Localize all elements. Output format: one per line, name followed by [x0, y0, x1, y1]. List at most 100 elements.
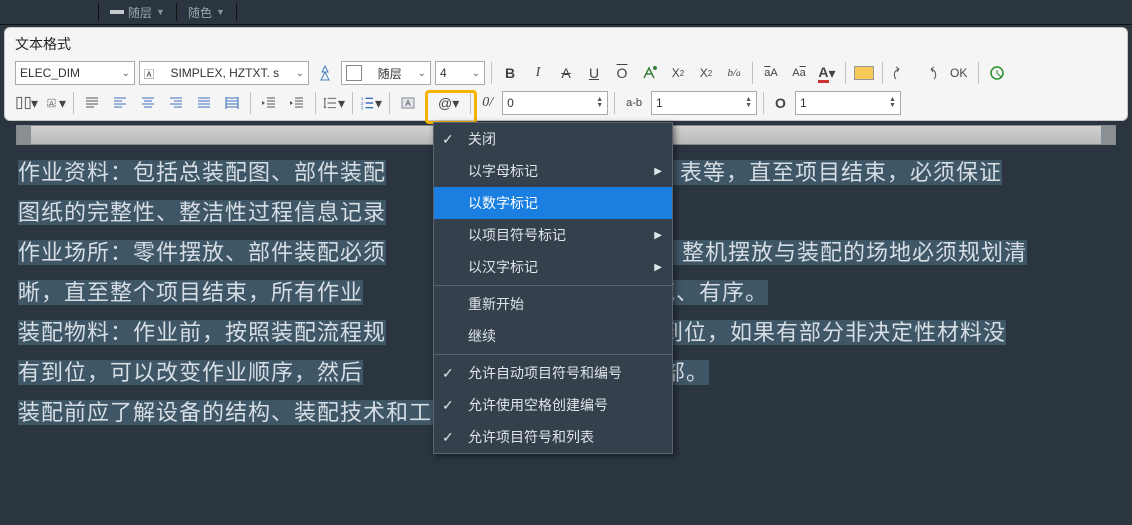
indent-increase-button[interactable]: [285, 91, 309, 115]
format-row-1: ELEC_DIM⌄ 🄰 SIMPLEX, HZTXT. s⌄ 随层⌄ 4⌄ B …: [15, 60, 1117, 86]
symbol-button[interactable]: @▾: [433, 91, 464, 115]
menu-item-label: 允许使用空格创建编号: [468, 395, 608, 415]
text-color-select[interactable]: 随层⌄: [341, 61, 431, 85]
panel-title: 文本格式: [15, 34, 1117, 54]
options-button[interactable]: [985, 61, 1009, 85]
tracking-input[interactable]: 1 ▲▼: [651, 91, 757, 115]
menu-item-label: 以数字标记: [468, 193, 538, 213]
text-line: 行，整机摆放与装配的场地必须规划清: [636, 240, 1027, 265]
text-line: 作业场所：零件摆放、部件装配必须: [18, 240, 386, 265]
stack-button[interactable]: b/a: [722, 61, 746, 85]
tracking-value: 1: [656, 96, 663, 110]
menu-item-label: 以项目符号标记: [468, 225, 566, 245]
menu-separator: [434, 354, 672, 355]
line-spacing-button[interactable]: ▾: [322, 91, 346, 115]
font-select[interactable]: 🄰 SIMPLEX, HZTXT. s⌄: [139, 61, 309, 85]
spinner-icon[interactable]: ▲▼: [889, 97, 896, 109]
text-line: OM 表等，直至项目结束，必须保证: [636, 160, 1002, 185]
text-format-panel: 文本格式 ELEC_DIM⌄ 🄰 SIMPLEX, HZTXT. s⌄ 随层⌄ …: [4, 27, 1128, 121]
menu-item-list[interactable]: ✓ 允许项目符号和列表: [434, 421, 672, 453]
menu-item-label: 关闭: [468, 129, 496, 149]
menu-item-label: 允许自动项目符号和编号: [468, 363, 622, 383]
bold-button[interactable]: B: [498, 61, 522, 85]
numbering-button[interactable]: 123▾: [359, 91, 383, 115]
columns-button[interactable]: ▾: [15, 91, 39, 115]
menu-item-restart[interactable]: 重新开始: [434, 288, 672, 320]
color-swatch: [346, 65, 362, 81]
tracking-label: a-b: [621, 91, 647, 115]
app-top-toolbar: 随层 ▼ 随色 ▼: [0, 0, 1132, 25]
menu-item-auto[interactable]: ✓允许自动项目符号和编号: [434, 357, 672, 389]
text-line: 作业资料：包括总装配图、部件装配: [18, 160, 386, 185]
subscript-button[interactable]: X2: [694, 61, 718, 85]
overline-button[interactable]: O: [610, 61, 634, 85]
spinner-icon[interactable]: ▲▼: [745, 97, 752, 109]
align-right-button[interactable]: [164, 91, 188, 115]
text-line: 晰，直至整个项目结束，所有作业: [18, 280, 363, 305]
width-value: 1: [800, 96, 807, 110]
width-factor-input[interactable]: 1 ▲▼: [795, 91, 901, 115]
check-icon: ✓: [442, 429, 454, 446]
mtext-justify-button[interactable]: A▾: [43, 91, 67, 115]
menu-item-space[interactable]: ✓ 允许使用空格创建编号: [434, 389, 672, 421]
strikethrough-button[interactable]: A: [554, 61, 578, 85]
undo-button[interactable]: [889, 61, 913, 85]
menu-item-close[interactable]: ✓ 关闭: [434, 123, 672, 155]
text-height-select[interactable]: 4⌄: [435, 61, 485, 85]
color-dropdown-label: 随色: [188, 4, 212, 21]
text-line: 有到位，可以改变作业顺序，然后: [18, 360, 363, 385]
menu-item-bullet[interactable]: 以项目符号标记 ▶: [434, 219, 672, 251]
ruler-left-tab[interactable]: [17, 126, 31, 144]
italic-button[interactable]: I: [526, 61, 550, 85]
layer-dropdown[interactable]: 随层 ▼: [103, 1, 172, 23]
submenu-arrow-icon: ▶: [654, 262, 662, 273]
text-height-value: 4: [440, 66, 447, 80]
paragraph-button[interactable]: [80, 91, 104, 115]
insert-field-button[interactable]: A: [396, 91, 420, 115]
uppercase-button[interactable]: aA: [759, 61, 783, 85]
check-icon: ✓: [442, 131, 454, 148]
numbering-dropdown-menu: ✓关闭以字母标记▶以数字标记以项目符号标记▶以汉字标记▶重新开始继续✓允许自动项…: [433, 122, 673, 454]
check-icon: ✓: [442, 397, 454, 414]
svg-text:A: A: [405, 99, 411, 108]
align-left-button[interactable]: [108, 91, 132, 115]
lowercase-button[interactable]: Aa: [787, 61, 811, 85]
text-line: 图纸的完整性、整洁性过程信息记录: [18, 200, 386, 225]
layer-dropdown-label: 随层: [128, 4, 152, 21]
text-style-select[interactable]: ELEC_DIM⌄: [15, 61, 135, 85]
menu-item-letter[interactable]: 以字母标记▶: [434, 155, 672, 187]
spinner-icon[interactable]: ▲▼: [596, 97, 603, 109]
underline-button[interactable]: U: [582, 61, 606, 85]
menu-item-label: 继续: [468, 326, 496, 346]
menu-item-label: 允许项目符号和列表: [468, 427, 594, 447]
submenu-arrow-icon: ▶: [654, 166, 662, 177]
autocaps-button[interactable]: [638, 61, 662, 85]
superscript-button[interactable]: X2: [666, 61, 690, 85]
align-center-button[interactable]: [136, 91, 160, 115]
background-mask-button[interactable]: [852, 61, 876, 85]
font-color-button[interactable]: A▾: [815, 61, 839, 85]
menu-item-continue[interactable]: 继续: [434, 320, 672, 352]
indent-decrease-button[interactable]: [257, 91, 281, 115]
svg-text:A: A: [49, 99, 54, 108]
menu-item-hanzi[interactable]: 以汉字标记 ▶: [434, 251, 672, 283]
oblique-angle-input[interactable]: 0 ▲▼: [502, 91, 608, 115]
font-value: SIMPLEX, HZTXT. s: [170, 66, 279, 80]
align-distribute-button[interactable]: [220, 91, 244, 115]
menu-item-label: 重新开始: [468, 294, 524, 314]
redo-button[interactable]: [917, 61, 941, 85]
text-style-value: ELEC_DIM: [20, 66, 80, 80]
submenu-arrow-icon: ▶: [654, 230, 662, 241]
align-justify-button[interactable]: [192, 91, 216, 115]
text-line: 计到位，如果有部分非决定性材料没: [638, 320, 1006, 345]
text-line: 装配物料：作业前，按照装配流程规: [18, 320, 386, 345]
ok-button[interactable]: OK: [945, 61, 972, 85]
oblique-value: 0: [507, 96, 514, 110]
ruler-right-tab[interactable]: [1101, 126, 1115, 144]
text-color-label: 随层: [378, 65, 402, 82]
menu-item-number[interactable]: 以数字标记: [434, 187, 672, 219]
menu-item-label: 以汉字标记: [468, 257, 538, 277]
annotative-icon[interactable]: [313, 61, 337, 85]
color-dropdown[interactable]: 随色 ▼: [181, 1, 232, 23]
mask-swatch-icon: [854, 66, 874, 80]
